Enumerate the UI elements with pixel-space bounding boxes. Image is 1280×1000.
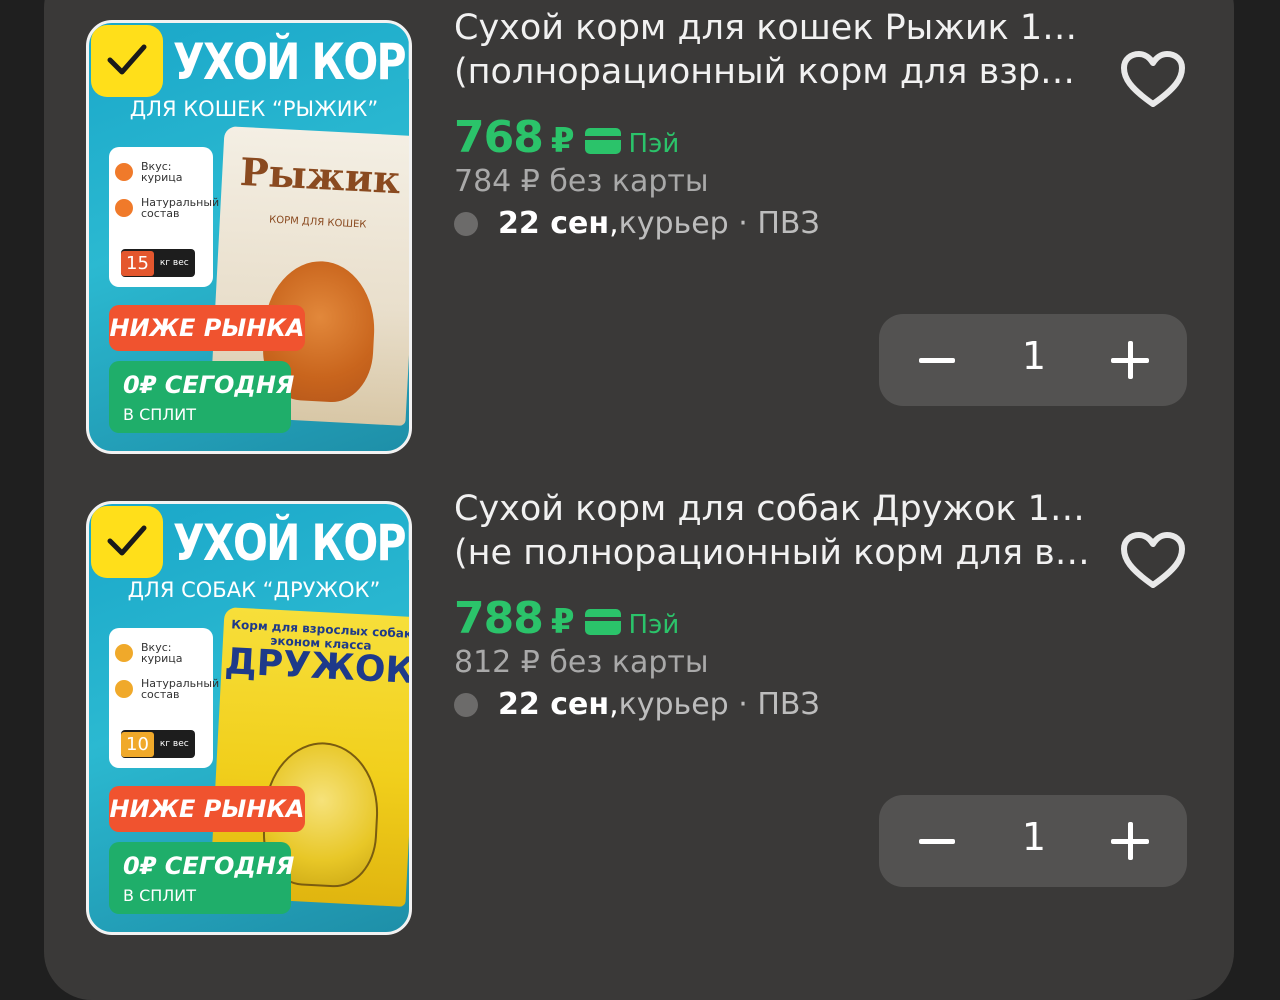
- minus-icon: [919, 839, 955, 844]
- spec-card: Вкус: курица Натуральный состав 15 кг ве…: [109, 147, 219, 287]
- decrease-quantity-button[interactable]: [879, 314, 989, 406]
- card-icon: [584, 609, 621, 635]
- image-subtitle-text: ДЛЯ КОШЕК “РЫЖИК”: [129, 97, 379, 121]
- bag-brand: ДРУЖОК: [223, 641, 412, 693]
- select-checkbox[interactable]: [91, 25, 163, 97]
- split-sticker: 0₽ СЕГОДНЯ В СПЛИТ: [109, 361, 294, 433]
- split-sticker: 0₽ СЕГОДНЯ В СПЛИТ: [109, 842, 294, 914]
- favorite-button[interactable]: [1120, 50, 1186, 114]
- leaf-icon: [115, 199, 133, 217]
- increase-quantity-button[interactable]: [1077, 314, 1187, 406]
- cart-item: УХОЙ КОРМ ДЛЯ КОШЕК “РЫЖИК” Вкус: курица…: [44, 8, 1234, 490]
- spec-card: Вкус: курица Натуральный состав 10 кг ве…: [109, 628, 219, 768]
- heart-outline-icon: [1121, 532, 1185, 588]
- increase-quantity-button[interactable]: [1077, 795, 1187, 887]
- cart-panel: УХОЙ КОРМ ДЛЯ КОШЕК “РЫЖИК” Вкус: курица…: [44, 0, 1234, 1000]
- plus-icon-vertical: [1128, 822, 1133, 860]
- price-value: 768: [454, 112, 544, 163]
- quantity-value: 1: [1021, 334, 1047, 378]
- spec-weight: 15 кг вес: [121, 249, 195, 277]
- heart-outline-icon: [1121, 51, 1185, 107]
- image-title-text: УХОЙ КОРМ: [173, 514, 409, 572]
- bag-brand: Рыжик: [238, 148, 402, 203]
- spec-natural: Натуральный состав: [115, 678, 219, 700]
- delivery-info: 22 сен , курьер · ПВЗ: [454, 687, 820, 722]
- product-image[interactable]: УХОЙ КОРМ ДЛЯ КОШЕК “РЫЖИК” Вкус: курица…: [86, 20, 412, 454]
- delivery-status-dot: [454, 211, 478, 236]
- checkmark-icon: [107, 44, 147, 75]
- delivery-date: 22 сен: [498, 206, 610, 241]
- image-title-text: УХОЙ КОРМ: [173, 33, 409, 91]
- taste-icon: [115, 644, 133, 662]
- favorite-button[interactable]: [1120, 531, 1186, 595]
- cart-item: УХОЙ КОРМ ДЛЯ СОБАК “ДРУЖОК” Вкус: куриц…: [44, 489, 1234, 971]
- delivery-status-dot: [454, 692, 478, 717]
- quantity-value: 1: [1021, 815, 1047, 859]
- spec-taste: Вкус: курица: [115, 642, 211, 664]
- plus-icon-vertical: [1128, 341, 1133, 379]
- price-without-card: 812 ₽ без карты: [454, 645, 709, 680]
- quantity-stepper: 1: [879, 314, 1187, 406]
- card-icon: [584, 128, 621, 154]
- bag-subtitle: КОРМ ДЛЯ КОШЕК: [268, 214, 367, 231]
- price-value: 788: [454, 593, 544, 644]
- delivery-method: курьер · ПВЗ: [618, 687, 820, 722]
- product-title[interactable]: Сухой корм для собак Дружок 10кг (не пол…: [454, 487, 1094, 575]
- delivery-date: 22 сен: [498, 687, 610, 722]
- select-checkbox[interactable]: [91, 506, 163, 578]
- decrease-quantity-button[interactable]: [879, 795, 989, 887]
- currency-symbol: ₽: [550, 121, 575, 161]
- price-row: 768 ₽ Пэй: [454, 112, 679, 163]
- minus-icon: [919, 358, 955, 363]
- pay-label: Пэй: [628, 129, 680, 159]
- below-market-sticker: НИЖЕ РЫНКА: [109, 305, 305, 351]
- product-image[interactable]: УХОЙ КОРМ ДЛЯ СОБАК “ДРУЖОК” Вкус: куриц…: [86, 501, 412, 935]
- spec-taste: Вкус: курица: [115, 161, 211, 183]
- taste-icon: [115, 163, 133, 181]
- spec-natural: Натуральный состав: [115, 197, 219, 219]
- delivery-info: 22 сен , курьер · ПВЗ: [454, 206, 820, 241]
- leaf-icon: [115, 680, 133, 698]
- checkmark-icon: [107, 525, 147, 556]
- price-row: 788 ₽ Пэй: [454, 593, 679, 644]
- product-title[interactable]: Сухой корм для кошек Рыжик 15кг (полнора…: [454, 6, 1094, 94]
- price-without-card: 784 ₽ без карты: [454, 164, 709, 199]
- spec-weight: 10 кг вес: [121, 730, 195, 758]
- currency-symbol: ₽: [550, 602, 575, 642]
- image-subtitle-text: ДЛЯ СОБАК “ДРУЖОК”: [127, 578, 381, 602]
- quantity-stepper: 1: [879, 795, 1187, 887]
- pay-label: Пэй: [628, 610, 680, 640]
- delivery-method: курьер · ПВЗ: [618, 206, 820, 241]
- below-market-sticker: НИЖЕ РЫНКА: [109, 786, 305, 832]
